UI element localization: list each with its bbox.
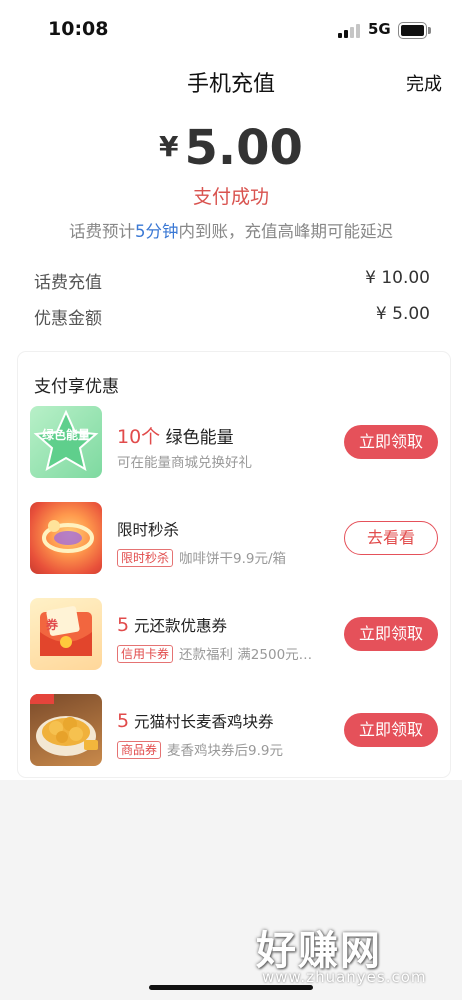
page-title: 手机充值 (186, 72, 275, 97)
eta-suffix: 内到账，充值高峰期可能延迟 (178, 222, 394, 241)
offer-title: 10个 绿色能量 (117, 422, 234, 449)
detail-label: 优惠金额 (34, 309, 102, 329)
currency-symbol: ¥ (159, 130, 179, 163)
detail-row-discount: 优惠金额 ¥ 5.00 (34, 304, 430, 330)
offer-detail: 咖啡饼干9.9元/箱 (179, 551, 287, 567)
offer-name: 绿色能量 (165, 428, 234, 448)
detail-row-recharge: 话费充值 ¥ 10.00 (34, 268, 430, 294)
amount-value: 5.00 (184, 120, 303, 176)
offer-name: 元猫村长麦香鸡块券 (134, 713, 274, 731)
offer-title: 5 元猫村长麦香鸡块券 (117, 710, 274, 732)
offers-card: 支付享优惠 绿色能量 10个 绿色能量 可在能量商城兑换好礼 立即领取 限时秒杀… (18, 352, 450, 777)
view-button[interactable]: 去看看 (344, 521, 438, 555)
offer-item-chicken-coupon[interactable]: 5 元猫村长麦香鸡块券 商品券 麦香鸡块券后9.9元 立即领取 (18, 694, 450, 768)
network-label: 5G (368, 20, 391, 38)
chicken-nuggets-image (30, 694, 102, 766)
detail-value: ¥ 5.00 (375, 304, 430, 324)
detail-label: 话费充值 (34, 273, 102, 293)
offer-item-green-energy[interactable]: 绿色能量 10个 绿色能量 可在能量商城兑换好礼 立即领取 (18, 406, 450, 480)
payment-amount: ¥5.00 (0, 120, 462, 176)
offer-amount: 5 (117, 614, 130, 636)
offer-tag: 商品券 (117, 741, 162, 759)
coupon-envelope-icon: 券 (30, 598, 102, 670)
done-button[interactable]: 完成 (406, 70, 442, 96)
claim-button[interactable]: 立即领取 (344, 425, 438, 459)
offer-title: 限时秒杀 (117, 521, 180, 539)
offer-item-repayment-coupon[interactable]: 券 5 元还款优惠券 信用卡券 还款福利 满2500元… 立即领取 (18, 598, 450, 672)
offer-subtitle: 可在能量商城兑换好礼 (117, 455, 252, 471)
green-energy-label: 绿色能量 (41, 428, 90, 442)
payment-status: 支付成功 (192, 186, 269, 208)
claim-button[interactable]: 立即领取 (344, 617, 438, 651)
offers-card-title: 支付享优惠 (34, 377, 119, 397)
battery-icon (398, 22, 431, 39)
offer-item-flash-sale[interactable]: 限时秒杀 限时秒杀 咖啡饼干9.9元/箱 去看看 (18, 502, 450, 576)
claim-button[interactable]: 立即领取 (344, 713, 438, 747)
watermark-url: www.zhuanyes.com (262, 968, 427, 986)
offer-count: 10个 (117, 426, 161, 448)
detail-value: ¥ 10.00 (365, 268, 430, 288)
green-energy-star-icon: 绿色能量 (30, 406, 102, 478)
status-bar: 10:08 5G (0, 0, 462, 60)
home-indicator[interactable] (149, 985, 313, 990)
offer-amount: 5 (117, 710, 130, 732)
eta-highlight: 5分钟 (135, 222, 179, 241)
offer-name: 元还款优惠券 (134, 617, 228, 635)
signal-icon (338, 24, 362, 38)
offer-subtitle: 商品券 麦香鸡块券后9.9元 (117, 739, 283, 759)
eta-prefix: 话费预计 (69, 222, 135, 241)
offer-detail: 还款福利 满2500元… (179, 647, 313, 663)
watermark: 好赚网 www.zhuanyes.com (252, 918, 448, 988)
offer-tag: 信用卡券 (117, 645, 174, 663)
status-time: 10:08 (48, 18, 109, 40)
offer-subtitle: 限时秒杀 咖啡饼干9.9元/箱 (117, 547, 286, 567)
offer-title: 5 元还款优惠券 (117, 614, 227, 636)
offer-tag: 限时秒杀 (117, 549, 174, 567)
offer-detail: 麦香鸡块券后9.9元 (167, 743, 283, 759)
offer-subtitle: 信用卡券 还款福利 满2500元… (117, 643, 312, 663)
coupon-label: 券 (46, 618, 59, 632)
flash-sale-image (30, 502, 102, 574)
arrival-notice: 话费预计5分钟内到账，充值高峰期可能延迟 (0, 218, 462, 242)
